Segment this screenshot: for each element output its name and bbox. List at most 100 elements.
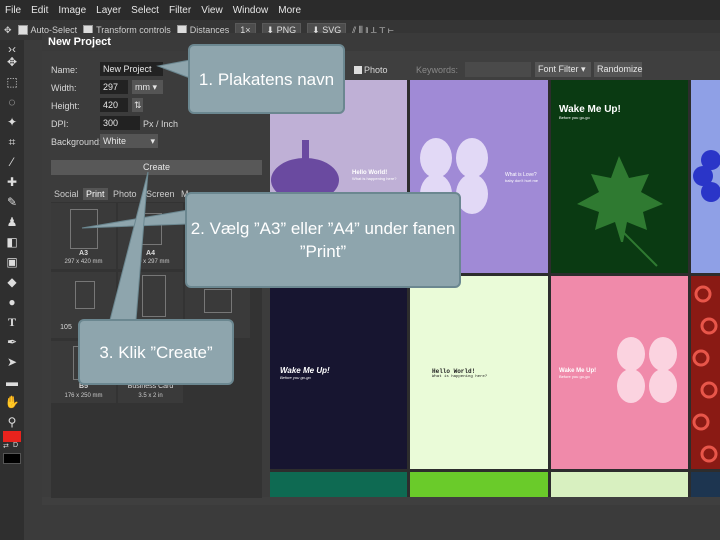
menu-view[interactable]: View bbox=[196, 5, 228, 16]
brush-tool-icon[interactable]: ✎ bbox=[4, 194, 20, 210]
menu-layer[interactable]: Layer bbox=[91, 5, 126, 16]
card-subtitle: Before you go-go bbox=[280, 375, 311, 380]
flower-icon bbox=[617, 337, 677, 403]
photo-checkbox[interactable] bbox=[354, 66, 362, 74]
width-input[interactable]: 297 bbox=[100, 80, 128, 94]
card-title: Wake Me Up! Before you go-go bbox=[280, 366, 330, 380]
menu-bar: File Edit Image Layer Select Filter View… bbox=[0, 0, 720, 20]
tab-social[interactable]: Social bbox=[54, 189, 79, 199]
keywords-label: Keywords: bbox=[416, 65, 459, 75]
callout-step-2: 2. Vælg ”A3” eller ”A4” under fanen ”Pri… bbox=[185, 192, 461, 288]
pen-tool-icon[interactable]: ✒ bbox=[4, 334, 20, 350]
tab-print[interactable]: Print bbox=[83, 188, 108, 200]
card-lime[interactable] bbox=[410, 472, 548, 497]
template-name: A3 bbox=[79, 250, 88, 257]
background-value: White bbox=[103, 136, 127, 146]
card-title-text: Hello World! bbox=[432, 368, 476, 375]
card-title: Hello World! What is happening here? bbox=[432, 368, 487, 379]
zoom-tool-icon[interactable]: ⚲ bbox=[4, 414, 20, 430]
swap-dimensions-button[interactable]: ⇅ bbox=[132, 98, 143, 112]
swirl-pattern-icon bbox=[692, 285, 718, 463]
card-teal[interactable] bbox=[270, 472, 407, 497]
template-name: A4 bbox=[146, 250, 155, 257]
flower-icon bbox=[693, 150, 720, 202]
dpi-unit-label: Px / Inch bbox=[143, 119, 179, 129]
eyedropper-icon[interactable]: ⁄ bbox=[4, 154, 20, 170]
background-color-swatch[interactable] bbox=[3, 453, 21, 464]
font-filter-select[interactable]: Font Filter ▾ bbox=[535, 62, 591, 77]
clone-stamp-icon[interactable]: ♟ bbox=[4, 214, 20, 230]
card-subtitle: What is happening here? bbox=[432, 375, 488, 379]
width-unit-value: mm bbox=[135, 82, 150, 92]
randomize-button[interactable]: Randomize bbox=[594, 62, 643, 77]
card-leaf[interactable]: Wake Me Up! Before you go-go bbox=[551, 80, 688, 273]
move-tool-icon[interactable]: ✥ bbox=[4, 25, 12, 36]
chevron-down-icon: ▾ bbox=[150, 136, 155, 146]
marquee-tool-icon[interactable]: ⬚ bbox=[4, 74, 20, 90]
height-input[interactable]: 420 bbox=[100, 98, 128, 112]
card-pink[interactable]: Wake Me Up! Before you go-go bbox=[551, 276, 688, 469]
background-label: Background: bbox=[51, 137, 102, 147]
default-colors-icon[interactable]: D bbox=[13, 442, 21, 452]
paper-preview bbox=[204, 289, 232, 313]
card-leaves[interactable] bbox=[551, 472, 688, 497]
dpi-input[interactable]: 300 bbox=[100, 116, 140, 130]
template-size: 210 x 297 mm bbox=[131, 259, 170, 265]
background-select[interactable]: White ▾ bbox=[100, 134, 158, 148]
card-title: Hello World! What is happening here? bbox=[352, 170, 396, 181]
menu-edit[interactable]: Edit bbox=[26, 5, 53, 16]
card-blue[interactable] bbox=[691, 80, 720, 273]
eraser-tool-icon[interactable]: ◧ bbox=[4, 234, 20, 250]
gradient-tool-icon[interactable]: ▣ bbox=[4, 254, 20, 270]
swap-colors-icon[interactable]: ⇄ bbox=[3, 442, 9, 452]
lasso-tool-icon[interactable]: ◌ bbox=[4, 94, 20, 110]
path-select-icon[interactable]: ➤ bbox=[4, 354, 20, 370]
card-navy[interactable] bbox=[691, 472, 720, 497]
name-input[interactable]: New Project bbox=[100, 62, 163, 76]
width-label: Width: bbox=[51, 83, 77, 93]
keywords-input[interactable] bbox=[465, 62, 531, 77]
menu-filter[interactable]: Filter bbox=[164, 5, 196, 16]
template-size: 297 x 420 mm bbox=[64, 259, 103, 265]
card-subtitle: What is happening here? bbox=[352, 176, 397, 181]
tab-photo[interactable]: Photo bbox=[113, 189, 137, 199]
width-unit-select[interactable]: mm ▾ bbox=[132, 80, 163, 94]
menu-window[interactable]: Window bbox=[228, 5, 274, 16]
chevron-down-icon: ▾ bbox=[581, 64, 586, 74]
dodge-tool-icon[interactable]: ● bbox=[4, 294, 20, 310]
blur-tool-icon[interactable]: ◆ bbox=[4, 274, 20, 290]
card-title: What is Love? baby don't hurt me bbox=[505, 172, 538, 183]
height-label: Height: bbox=[51, 101, 80, 111]
create-button[interactable]: Create bbox=[51, 160, 262, 175]
menu-more[interactable]: More bbox=[273, 5, 306, 16]
swap-icon: ⇅ bbox=[134, 100, 142, 110]
menu-file[interactable]: File bbox=[0, 5, 26, 16]
move-tool-icon[interactable]: ✥ bbox=[4, 54, 20, 70]
callout-step-1: 1. Plakatens navn bbox=[188, 44, 345, 114]
font-filter-value: Font Filter bbox=[538, 64, 579, 74]
healing-brush-icon[interactable]: ✚ bbox=[4, 174, 20, 190]
auto-select-checkbox[interactable] bbox=[17, 25, 28, 36]
template-gallery: Hello World! What is happening here? What… bbox=[270, 80, 720, 497]
tab-screen[interactable]: Screen bbox=[146, 189, 175, 199]
menu-image[interactable]: Image bbox=[53, 5, 91, 16]
callout-step-3: 3. Klik ”Create” bbox=[78, 319, 234, 385]
crop-tool-icon[interactable]: ⌗ bbox=[4, 134, 20, 150]
card-dark[interactable]: Wake Me Up! Before you go-go bbox=[270, 276, 407, 469]
card-subtitle: baby don't hurt me bbox=[505, 178, 539, 183]
menu-select[interactable]: Select bbox=[126, 5, 164, 16]
template-size: 176 x 250 mm bbox=[64, 393, 103, 399]
paper-preview bbox=[75, 281, 95, 309]
hand-tool-icon[interactable]: ✋ bbox=[4, 394, 20, 410]
shape-tool-icon[interactable]: ▬ bbox=[4, 374, 20, 390]
foreground-color-swatch[interactable] bbox=[3, 431, 21, 442]
template-name: 105 bbox=[60, 324, 72, 331]
tool-bar: ›‹ ✥ ⬚ ◌ ✦ ⌗ ⁄ ✚ ✎ ♟ ◧ ▣ ◆ ● T ✒ ➤ ▬ ✋ ⚲… bbox=[0, 40, 24, 540]
card-pattern[interactable] bbox=[691, 276, 720, 469]
card-green-light[interactable]: Hello World! What is happening here? bbox=[410, 276, 548, 469]
type-tool-icon[interactable]: T bbox=[4, 314, 20, 330]
magic-wand-icon[interactable]: ✦ bbox=[4, 114, 20, 130]
paper-preview bbox=[70, 209, 98, 249]
name-label: Name: bbox=[51, 65, 78, 75]
dialog-title: New Project bbox=[48, 36, 111, 48]
